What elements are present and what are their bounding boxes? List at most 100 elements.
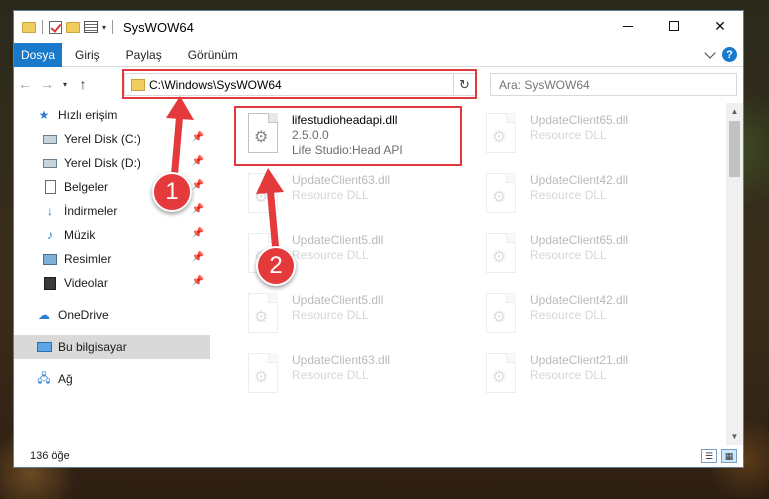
pin-icon[interactable]: 📌 [192,180,204,191]
pin-icon[interactable]: 📌 [192,252,204,263]
forward-arrow-icon[interactable]: → [36,76,58,92]
pin-icon[interactable]: 📌 [192,132,204,143]
minimize-button[interactable] [605,11,651,41]
address-bar[interactable]: C:\Windows\SysWOW64 ↻ [124,73,476,96]
ribbon-right-controls: ? [704,46,737,62]
dll-file-icon: ⚙ [244,293,284,341]
search-box[interactable] [490,73,737,96]
toolbar-divider [112,20,114,34]
maximize-button[interactable] [651,11,697,41]
sidebar-item-label: Videolar [64,276,108,290]
sidebar-item-onedrive[interactable]: ☁ OneDrive [14,303,210,327]
sidebar-item-quick-access[interactable]: ★ Hızlı erişim [14,103,210,127]
toolbar-divider [42,20,43,34]
file-item[interactable]: ⚙ UpdateClient65.dll Resource DLL [472,227,702,283]
sidebar-item-local-disk-c[interactable]: Yerel Disk (C:) 📌 [14,127,210,151]
file-name: UpdateClient65.dll [530,233,629,247]
file-name: UpdateClient42.dll [530,293,629,307]
folder-icon [22,21,36,33]
file-item[interactable]: ⚙ UpdateClient21.dll Resource DLL [472,347,702,403]
file-item[interactable]: ⚙ UpdateClient65.dll Resource DLL [472,107,702,163]
details-view-icon[interactable]: ☰ [701,449,717,463]
file-name: lifestudioheadapi.dll [292,113,398,127]
sidebar-item-label: OneDrive [58,308,109,322]
sidebar-item-label: Ağ [58,372,73,386]
pin-icon[interactable]: 📌 [192,228,204,239]
file-description: Resource DLL [292,188,369,202]
sidebar-item-pictures[interactable]: Resimler 📌 [14,247,210,271]
scrollbar-thumb[interactable] [729,121,740,177]
file-item[interactable]: ⚙ UpdateClient63.dll Resource DLL [234,347,464,403]
file-item[interactable]: ⚙ UpdateClient5.dll Resource DLL [234,227,464,283]
pin-icon[interactable]: 📌 [192,204,204,215]
scroll-up-icon[interactable]: ▲ [726,103,743,120]
sidebar-item-network[interactable]: 🖧 Ağ [14,367,210,391]
window-controls: ✕ [605,11,743,41]
file-description: Resource DLL [530,308,607,322]
pin-icon[interactable]: 📌 [192,156,204,167]
back-arrow-icon[interactable]: ← [14,76,36,92]
file-name: UpdateClient65.dll [530,113,629,127]
tab-home[interactable]: Giriş [62,48,113,62]
recent-locations-chevron-icon[interactable]: ▾ [58,80,72,89]
sidebar-item-videos[interactable]: Videolar 📌 [14,271,210,295]
dll-file-icon: ⚙ [482,233,522,281]
pin-icon[interactable]: 📌 [192,276,204,287]
ribbon-tabs: Dosya Giriş Paylaş Görünüm ? [14,42,743,67]
drive-icon [42,156,58,170]
sidebar-item-label: Resimler [64,252,112,266]
new-folder-icon[interactable] [66,21,80,33]
search-input[interactable] [499,77,736,92]
expand-ribbon-chevron-icon[interactable] [704,46,716,59]
file-description: Resource DLL [530,188,607,202]
status-bar: 136 öğe ☰ ▦ [14,445,743,467]
file-item-lifestudioheadapi[interactable]: ⚙ lifestudioheadapi.dll 2.5.0.0 Life Stu… [234,107,464,163]
computer-icon [36,340,52,354]
file-list: ⚙ lifestudioheadapi.dll 2.5.0.0 Life Stu… [214,103,726,443]
file-item[interactable]: ⚙ UpdateClient42.dll Resource DLL [472,167,702,223]
scroll-down-icon[interactable]: ▼ [726,428,743,445]
large-icons-view-icon[interactable]: ▦ [721,449,737,463]
file-item[interactable]: ⚙ UpdateClient5.dll Resource DLL [234,287,464,343]
tab-view[interactable]: Görünüm [175,48,251,62]
tab-file[interactable]: Dosya [14,42,62,67]
file-explorer-window: ▾ SysWOW64 ✕ Dosya Giriş Paylaş Görünüm … [13,10,744,468]
sidebar-item-label: Müzik [64,228,96,242]
videos-icon [42,276,58,290]
file-name: UpdateClient5.dll [292,233,384,247]
download-icon: ↓ [47,204,53,218]
sidebar-item-downloads[interactable]: ↓ İndirmeler 📌 [14,199,210,223]
refresh-icon[interactable]: ↻ [453,74,475,95]
vertical-scrollbar[interactable]: ▲ ▼ [726,103,743,445]
music-icon: ♪ [47,228,53,242]
help-icon[interactable]: ? [722,47,737,62]
dll-file-icon: ⚙ [482,113,522,161]
sidebar-item-local-disk-d[interactable]: Yerel Disk (D:) 📌 [14,151,210,175]
properties-icon[interactable] [84,21,98,33]
file-item[interactable]: ⚙ UpdateClient42.dll Resource DLL [472,287,702,343]
up-arrow-icon[interactable]: ↑ [72,76,94,92]
sidebar-item-music[interactable]: ♪ Müzik 📌 [14,223,210,247]
navigation-bar: ← → ▾ ↑ C:\Windows\SysWOW64 ↻ [14,68,743,100]
pictures-icon [42,252,58,266]
tab-share[interactable]: Paylaş [113,48,175,62]
close-button[interactable]: ✕ [697,11,743,41]
address-path[interactable]: C:\Windows\SysWOW64 [149,78,453,92]
file-item[interactable]: ⚙ UpdateClient63.dll Resource DLL [234,167,464,223]
drive-icon [42,132,58,146]
dll-file-icon: ⚙ [482,293,522,341]
file-description: Resource DLL [530,368,607,382]
item-count: 136 öğe [30,450,70,462]
dll-file-icon: ⚙ [244,353,284,401]
properties-check-icon[interactable] [49,20,62,34]
file-description: Resource DLL [292,248,369,262]
customize-toolbar-dropdown-icon[interactable]: ▾ [102,23,106,32]
file-name: UpdateClient63.dll [292,173,391,187]
sidebar-item-this-pc[interactable]: Bu bilgisayar [14,335,210,359]
sidebar-item-documents[interactable]: Belgeler 📌 [14,175,210,199]
file-name: UpdateClient5.dll [292,293,384,307]
navigation-pane: ★ Hızlı erişim Yerel Disk (C:) 📌 Yerel D… [14,103,210,443]
